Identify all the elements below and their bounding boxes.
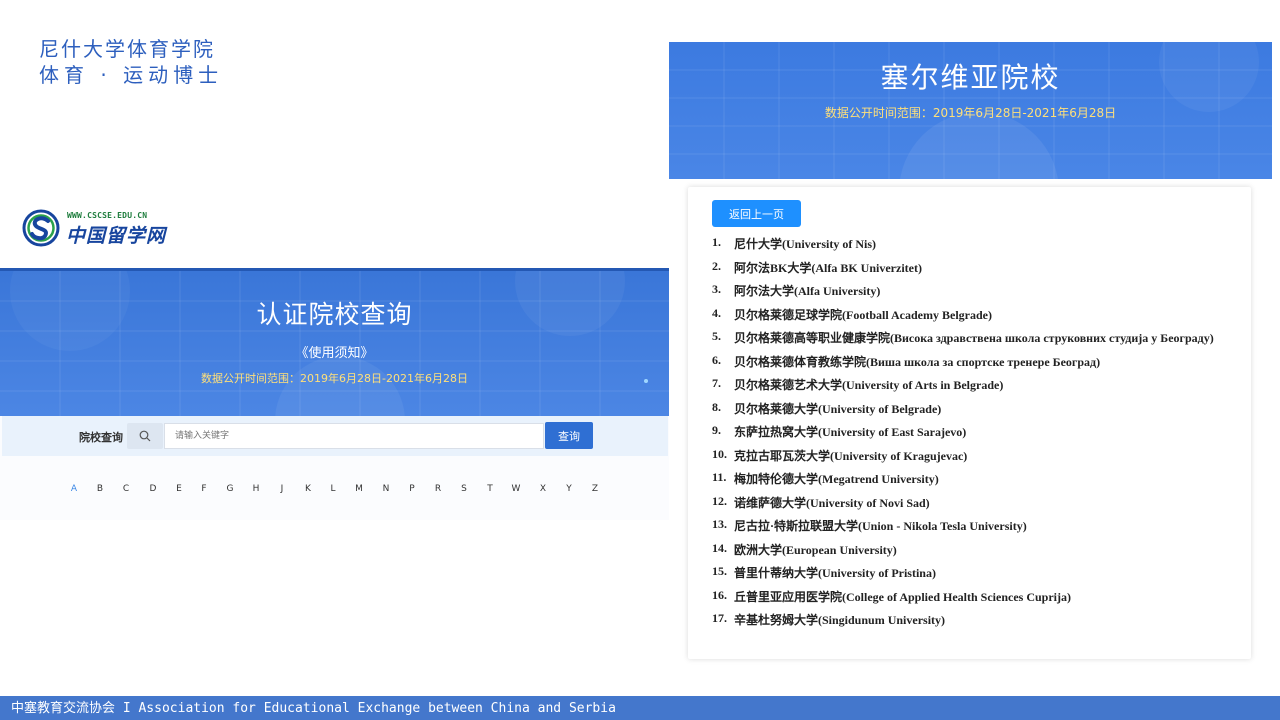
alphabet-filter: ABCDEFGHJKLMNPRSTWXYZ — [0, 484, 669, 498]
decorative-dot — [644, 379, 648, 383]
university-name: 普里什蒂纳大学(University of Pristina) — [734, 566, 936, 580]
back-button[interactable]: 返回上一页 — [712, 200, 801, 227]
letter-filter-w[interactable]: W — [509, 484, 523, 494]
list-item: 7. 贝尔格莱德艺术大学(University of Arts in Belgra… — [712, 376, 1214, 400]
list-item: 15. 普里什蒂纳大学(University of Pristina) — [712, 564, 1214, 588]
list-item-number: 17. — [712, 611, 727, 625]
letter-filter-s[interactable]: S — [457, 484, 471, 494]
university-name: 辛基杜努姆大学(Singidunum University) — [734, 613, 946, 627]
list-item-number: 3. — [712, 282, 721, 296]
list-item-number: 10. — [712, 446, 727, 461]
list-item-number: 8. — [712, 399, 721, 414]
search-input[interactable] — [164, 423, 544, 449]
university-name: 贝尔格莱德高等职业健康学院(Висока здравствена школа с… — [734, 331, 1214, 345]
heading-line-1: 尼什大学体育学院 — [39, 37, 215, 61]
list-item-number: 11. — [712, 470, 727, 484]
search-icon-box — [127, 423, 163, 449]
search-icon — [139, 430, 151, 442]
list-item: 2. 阿尔法BK大学(Alfa BK Univerzitet) — [712, 259, 1214, 283]
search-button[interactable]: 查询 — [545, 422, 593, 449]
university-list: 1. 尼什大学(University of Nis) 2. 阿尔法BK大学(Alfa … — [712, 235, 1214, 635]
list-item: 12. 诺维萨德大学(University of Novi Sad) — [712, 494, 1214, 518]
letter-filter-m[interactable]: M — [352, 484, 366, 494]
letter-filter-n[interactable]: N — [379, 484, 393, 494]
university-list-card: 返回上一页 1. 尼什大学(University of Nis) 2. 阿尔法BK大学… — [688, 187, 1251, 659]
letter-filter-a[interactable]: A — [67, 484, 81, 494]
university-name: 贝尔格莱德艺术大学(University of Arts in Belgrade… — [734, 378, 1004, 392]
letter-filter-k[interactable]: K — [301, 484, 315, 494]
letter-filter-t[interactable]: T — [483, 484, 497, 494]
list-item-number: 13. — [712, 517, 727, 531]
letter-filter-x[interactable]: X — [536, 484, 550, 494]
serbia-banner: 塞尔维亚院校 数据公开时间范围：2019年6月28日-2021年6月28日 — [669, 42, 1272, 179]
university-name: 东萨拉热窝大学(University of East Sarajevo) — [734, 425, 967, 439]
heading-line-2: 体育 · 运动博士 — [39, 63, 224, 87]
list-item-number: 4. — [712, 305, 721, 320]
list-item: 14. 欧洲大学(European University) — [712, 541, 1214, 565]
list-item-number: 15. — [712, 564, 727, 578]
letter-filter-f[interactable]: F — [197, 484, 211, 494]
cscse-logo: WWW.CSCSE.EDU.CN 中国留学网 — [22, 208, 172, 250]
usage-notice-link[interactable]: 《使用须知》 — [0, 342, 669, 361]
serbia-page-title: 塞尔维亚院校 — [880, 61, 1061, 94]
letter-filter-p[interactable]: P — [405, 484, 419, 494]
list-item-number: 14. — [712, 540, 727, 555]
slide-heading: 尼什大学体育学院 体育 · 运动博士 — [39, 36, 223, 88]
university-name: 尼什大学(University of Nis) — [734, 237, 876, 251]
list-item: 1. 尼什大学(University of Nis) — [712, 235, 1214, 259]
letter-filter-r[interactable]: R — [431, 484, 445, 494]
letter-filter-d[interactable]: D — [146, 484, 160, 494]
letter-filter-c[interactable]: C — [119, 484, 133, 494]
list-item: 8. 贝尔格莱德大学(University of Belgrade) — [712, 400, 1214, 424]
list-item: 11. 梅加特伦德大学(Megatrend University) — [712, 470, 1214, 494]
list-item-number: 1. — [712, 235, 721, 249]
list-item: 5. 贝尔格莱德高等职业健康学院(Висока здравствена школа… — [712, 329, 1214, 353]
university-name: 诺维萨德大学(University of Novi Sad) — [734, 495, 930, 510]
search-banner: 认证院校查询 《使用须知》 数据公开时间范围：2019年6月28日-2021年6… — [0, 268, 669, 416]
serbia-date-range: 数据公开时间范围：2019年6月28日-2021年6月28日 — [824, 106, 1117, 120]
list-item: 9. 东萨拉热窝大学(University of East Sarajevo) — [712, 423, 1214, 447]
university-name: 梅加特伦德大学(Megatrend University) — [734, 472, 939, 486]
letter-filter-j[interactable]: J — [275, 484, 289, 494]
university-name: 贝尔格莱德足球学院(Football Academy Belgrade) — [734, 307, 992, 322]
letter-filter-h[interactable]: H — [249, 484, 263, 494]
footer-bar: 中塞教育交流协会 I Association for Educational E… — [0, 696, 1280, 720]
list-item-number: 12. — [712, 493, 727, 508]
university-name: 阿尔法大学(Alfa University) — [734, 284, 881, 298]
search-bar: 院校查询 查询 — [2, 416, 668, 456]
letter-filter-y[interactable]: Y — [562, 484, 576, 494]
university-name: 欧洲大学(European University) — [734, 542, 897, 557]
list-item: 3. 阿尔法大学(Alfa University) — [712, 282, 1214, 306]
list-item-number: 7. — [712, 376, 721, 390]
letter-filter-g[interactable]: G — [223, 484, 237, 494]
letter-filter-e[interactable]: E — [172, 484, 186, 494]
search-page-screenshot: 认证院校查询 《使用须知》 数据公开时间范围：2019年6月28日-2021年6… — [0, 268, 669, 520]
letter-filter-z[interactable]: Z — [588, 484, 602, 494]
letter-filter-b[interactable]: B — [93, 484, 107, 494]
university-name: 丘普里亚应用医学院(College of Applied Health Scie… — [734, 589, 1071, 604]
university-name: 贝尔格莱德大学(University of Belgrade) — [734, 401, 942, 416]
letter-filter-l[interactable]: L — [326, 484, 340, 494]
list-item-number: 5. — [712, 329, 721, 343]
list-item-number: 16. — [712, 587, 727, 602]
search-page-title: 认证院校查询 — [256, 300, 413, 329]
logo-mark-icon — [22, 209, 60, 247]
list-item: 17. 辛基杜努姆大学(Singidunum University) — [712, 611, 1214, 635]
university-name: 尼古拉·特斯拉联盟大学(Union - Nikola Tesla Univers… — [734, 519, 1027, 533]
list-item-number: 2. — [712, 258, 721, 273]
university-name: 克拉古耶瓦茨大学(University of Kragujevac) — [734, 448, 968, 463]
list-item: 13. 尼古拉·特斯拉联盟大学(Union - Nikola Tesla Univ… — [712, 517, 1214, 541]
list-item-number: 6. — [712, 352, 721, 367]
list-item: 4. 贝尔格莱德足球学院(Football Academy Belgrade) — [712, 306, 1214, 330]
list-item-number: 9. — [712, 423, 721, 437]
list-item: 16. 丘普里亚应用医学院(College of Applied Health S… — [712, 588, 1214, 612]
search-label: 院校查询 — [79, 431, 123, 444]
list-item: 6. 贝尔格莱德体育教练学院(Виша школа за спортске тре… — [712, 353, 1214, 377]
university-name: 贝尔格莱德体育教练学院(Виша школа за спортске трене… — [734, 354, 1101, 369]
university-name: 阿尔法BK大学(Alfa BK Univerzitet) — [734, 260, 922, 275]
search-date-range: 数据公开时间范围：2019年6月28日-2021年6月28日 — [201, 372, 468, 385]
logo-name: 中国留学网 — [66, 225, 167, 247]
logo-url: WWW.CSCSE.EDU.CN — [67, 211, 148, 220]
list-item: 10. 克拉古耶瓦茨大学(University of Kragujevac) — [712, 447, 1214, 471]
